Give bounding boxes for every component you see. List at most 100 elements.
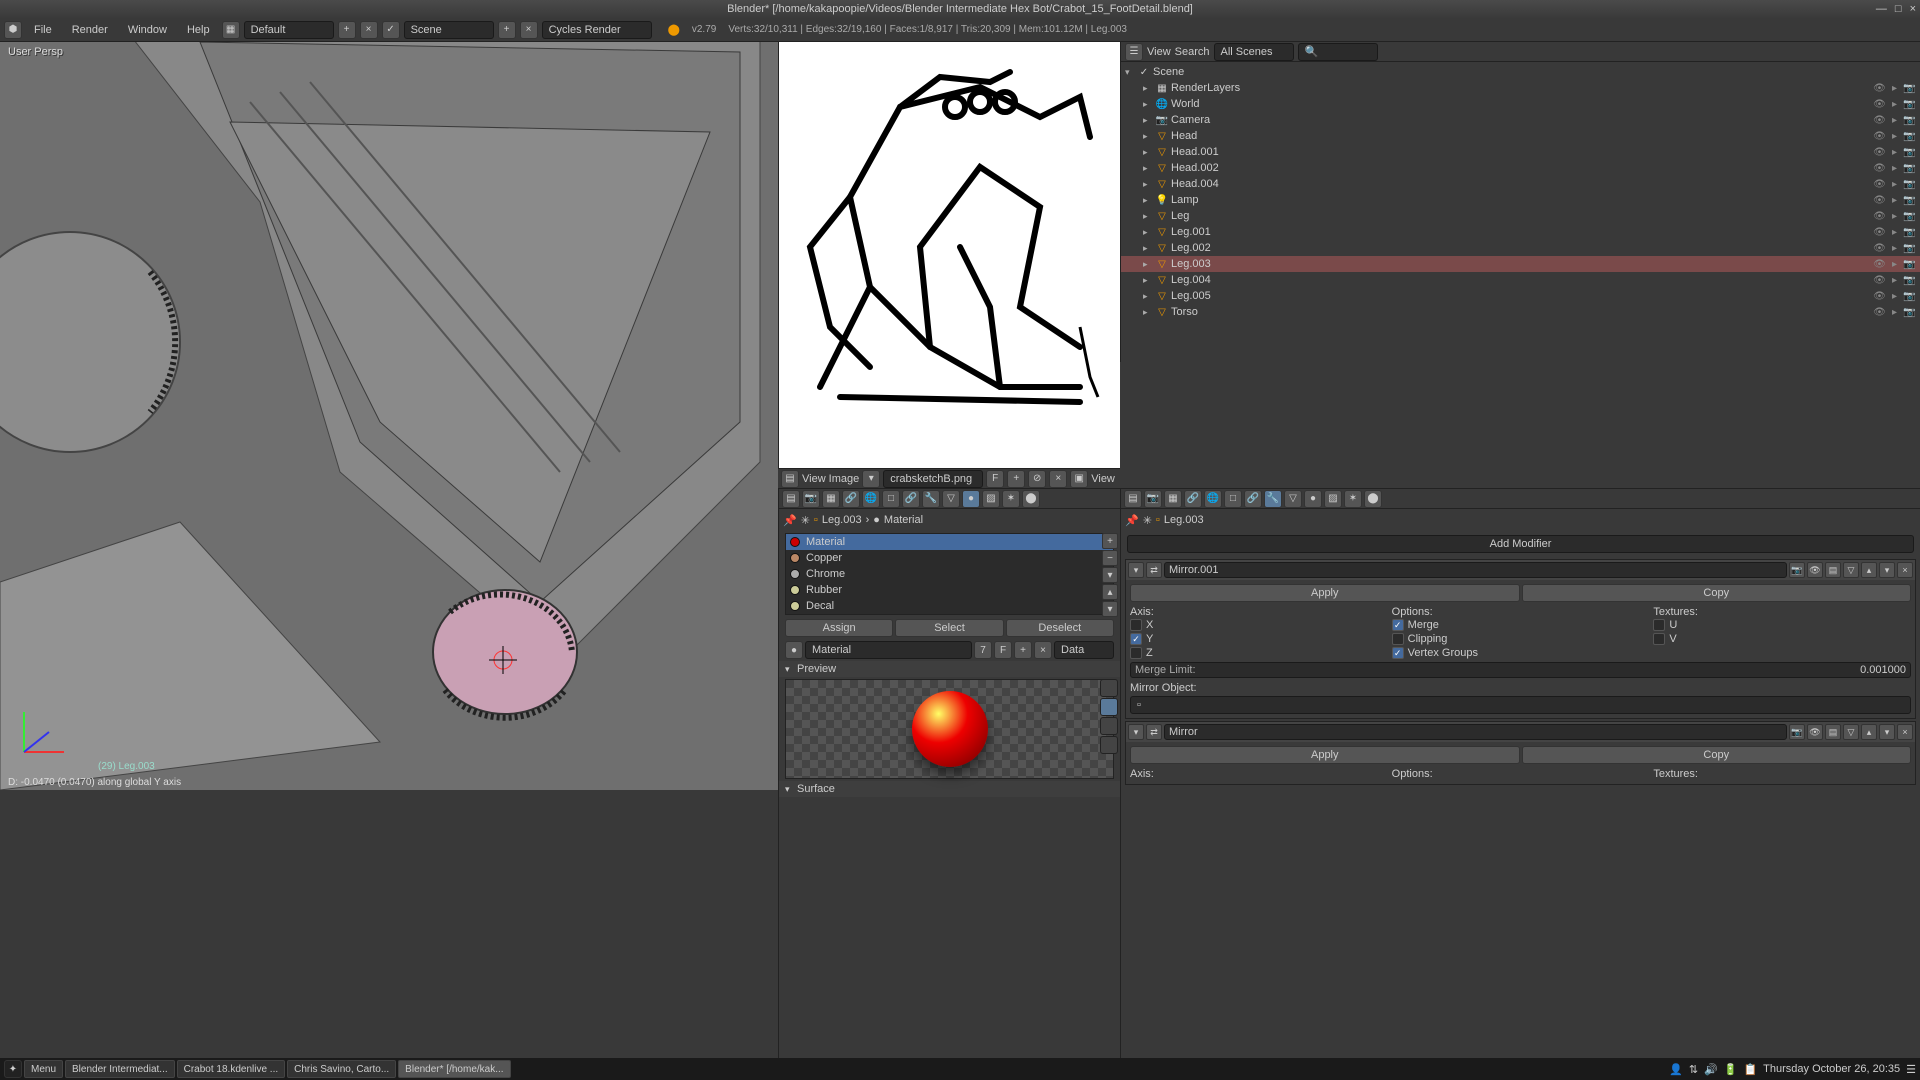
- renderable-icon[interactable]: 📷: [1903, 211, 1916, 222]
- props-type-icon[interactable]: ▤: [782, 490, 800, 508]
- visibility-icon[interactable]: 👁: [1873, 307, 1886, 318]
- assign-button[interactable]: Assign: [785, 619, 893, 637]
- render-engine-field[interactable]: Cycles Render: [542, 21, 652, 39]
- tray-lock-icon[interactable]: ☰: [1906, 1063, 1916, 1076]
- mat-add-icon[interactable]: +: [1102, 533, 1118, 549]
- image-name-field[interactable]: crabsketchB.png: [883, 470, 983, 488]
- mat-new-icon[interactable]: +: [1014, 641, 1032, 659]
- clock[interactable]: Thursday October 26, 20:35: [1763, 1063, 1900, 1075]
- outliner-search-input[interactable]: 🔍: [1298, 43, 1378, 61]
- visibility-icon[interactable]: 👁: [1873, 243, 1886, 254]
- visibility-icon[interactable]: 👁: [1873, 131, 1886, 142]
- merge-checkbox[interactable]: ✓Merge: [1392, 618, 1650, 632]
- props-tab-data-icon[interactable]: ▽: [942, 490, 960, 508]
- axis-z-checkbox[interactable]: Z: [1130, 646, 1388, 660]
- expand-icon[interactable]: ▸: [1143, 259, 1155, 270]
- selectable-icon[interactable]: ▸: [1888, 115, 1901, 126]
- renderable-icon[interactable]: 📷: [1903, 83, 1916, 94]
- outliner-item[interactable]: ▸▽Leg.002👁▸📷: [1121, 240, 1920, 256]
- selectable-icon[interactable]: ▸: [1888, 275, 1901, 286]
- start-menu-icon[interactable]: ✦: [4, 1060, 22, 1078]
- props-tab-world-icon[interactable]: 🌐: [862, 490, 880, 508]
- mat-down-icon[interactable]: ▾: [1102, 601, 1118, 617]
- visibility-icon[interactable]: 👁: [1873, 179, 1886, 190]
- modprops-type-icon[interactable]: ▤: [1124, 490, 1142, 508]
- modtab-layers-icon[interactable]: ▦: [1164, 490, 1182, 508]
- expand-icon[interactable]: ▸: [1143, 179, 1155, 190]
- editor-type-icon[interactable]: ▤: [781, 470, 799, 488]
- props-tab-constraint-icon[interactable]: 🔗: [902, 490, 920, 508]
- modtab-data-icon[interactable]: ▽: [1284, 490, 1302, 508]
- modifier-apply-button[interactable]: Apply: [1130, 584, 1520, 602]
- selectable-icon[interactable]: ▸: [1888, 227, 1901, 238]
- renderable-icon[interactable]: 📷: [1903, 227, 1916, 238]
- expand-icon[interactable]: ▸: [1143, 291, 1155, 302]
- props-tab-layers-icon[interactable]: ▦: [822, 490, 840, 508]
- material-slot-list[interactable]: MaterialCopperChromeRubberDecal: [785, 533, 1114, 615]
- selectable-icon[interactable]: ▸: [1888, 243, 1901, 254]
- expand-icon[interactable]: ▸: [1143, 307, 1155, 318]
- mirror-object-field[interactable]: ▫: [1130, 696, 1911, 714]
- image-editor[interactable]: [778, 42, 1120, 468]
- modifier-display-icon[interactable]: 👁: [1807, 724, 1823, 740]
- expand-icon[interactable]: ▸: [1143, 131, 1155, 142]
- selectable-icon[interactable]: ▸: [1888, 195, 1901, 206]
- collapse-icon[interactable]: ▾: [1125, 67, 1137, 78]
- selectable-icon[interactable]: ▸: [1888, 163, 1901, 174]
- vgroups-checkbox[interactable]: ✓Vertex Groups: [1392, 646, 1650, 660]
- modtab-scene-icon[interactable]: 🔗: [1184, 490, 1202, 508]
- expand-icon[interactable]: ▸: [1143, 99, 1155, 110]
- menu-help[interactable]: Help: [179, 22, 218, 38]
- visibility-icon[interactable]: 👁: [1873, 195, 1886, 206]
- scene-add-icon[interactable]: +: [498, 21, 516, 39]
- outliner-item[interactable]: ▸💡Lamp👁▸📷: [1121, 192, 1920, 208]
- modtab-constraint-icon[interactable]: 🔗: [1244, 490, 1262, 508]
- props-tab-scene-icon[interactable]: 🔗: [842, 490, 860, 508]
- modifier-name-field[interactable]: Mirror: [1164, 724, 1787, 740]
- outliner-type-icon[interactable]: ☰: [1125, 43, 1143, 61]
- material-name-field[interactable]: Material: [805, 641, 972, 659]
- modifier-cage-icon[interactable]: ▽: [1843, 562, 1859, 578]
- selectable-icon[interactable]: ▸: [1888, 179, 1901, 190]
- crumb-obj[interactable]: Leg.003: [1164, 514, 1204, 526]
- renderable-icon[interactable]: 📷: [1903, 147, 1916, 158]
- taskbar-window[interactable]: Crabot 18.kdenlive ...: [177, 1060, 286, 1078]
- outliner-item[interactable]: ▸▽Leg.005👁▸📷: [1121, 288, 1920, 304]
- props-tab-modifier-icon[interactable]: 🔧: [922, 490, 940, 508]
- modtab-particle-icon[interactable]: ✶: [1344, 490, 1362, 508]
- renderable-icon[interactable]: 📷: [1903, 275, 1916, 286]
- taskbar-window[interactable]: Blender Intermediat...: [65, 1060, 175, 1078]
- modtab-texture-icon[interactable]: ▨: [1324, 490, 1342, 508]
- material-slot[interactable]: Rubber: [786, 582, 1113, 598]
- deselect-button[interactable]: Deselect: [1006, 619, 1114, 637]
- visibility-icon[interactable]: 👁: [1873, 259, 1886, 270]
- crumb-mat[interactable]: Material: [884, 514, 923, 526]
- outliner-item[interactable]: ▸🌐World👁▸📷: [1121, 96, 1920, 112]
- visibility-icon[interactable]: 👁: [1873, 275, 1886, 286]
- renderable-icon[interactable]: 📷: [1903, 179, 1916, 190]
- material-slot[interactable]: Copper: [786, 550, 1113, 566]
- selectable-icon[interactable]: ▸: [1888, 99, 1901, 110]
- blender-icon[interactable]: ⬢: [4, 21, 22, 39]
- preview-cube-icon[interactable]: [1100, 717, 1118, 735]
- clipping-checkbox[interactable]: Clipping: [1392, 632, 1650, 646]
- outliner-item[interactable]: ▸▽Head.002👁▸📷: [1121, 160, 1920, 176]
- outliner-item[interactable]: ▸▽Leg.003👁▸📷: [1121, 256, 1920, 272]
- screen-layout-field[interactable]: Default: [244, 21, 334, 39]
- material-slot[interactable]: Decal: [786, 598, 1113, 614]
- selectable-icon[interactable]: ▸: [1888, 291, 1901, 302]
- taskbar-window[interactable]: Blender* [/home/kak...: [398, 1060, 510, 1078]
- outliner-item[interactable]: ▸▽Head.001👁▸📷: [1121, 144, 1920, 160]
- props-tab-particle-icon[interactable]: ✶: [1002, 490, 1020, 508]
- modtab-render-icon[interactable]: 📷: [1144, 490, 1162, 508]
- props-tab-texture-icon[interactable]: ▨: [982, 490, 1000, 508]
- visibility-icon[interactable]: 👁: [1873, 227, 1886, 238]
- selectable-icon[interactable]: ▸: [1888, 147, 1901, 158]
- preview-flat-icon[interactable]: [1100, 679, 1118, 697]
- image-unlink-icon[interactable]: ⊘: [1028, 470, 1046, 488]
- tex-u-checkbox[interactable]: U: [1653, 618, 1911, 632]
- mat-users[interactable]: 7: [974, 641, 992, 659]
- visibility-icon[interactable]: 👁: [1873, 291, 1886, 302]
- visibility-icon[interactable]: 👁: [1873, 211, 1886, 222]
- props-tab-object-icon[interactable]: □: [882, 490, 900, 508]
